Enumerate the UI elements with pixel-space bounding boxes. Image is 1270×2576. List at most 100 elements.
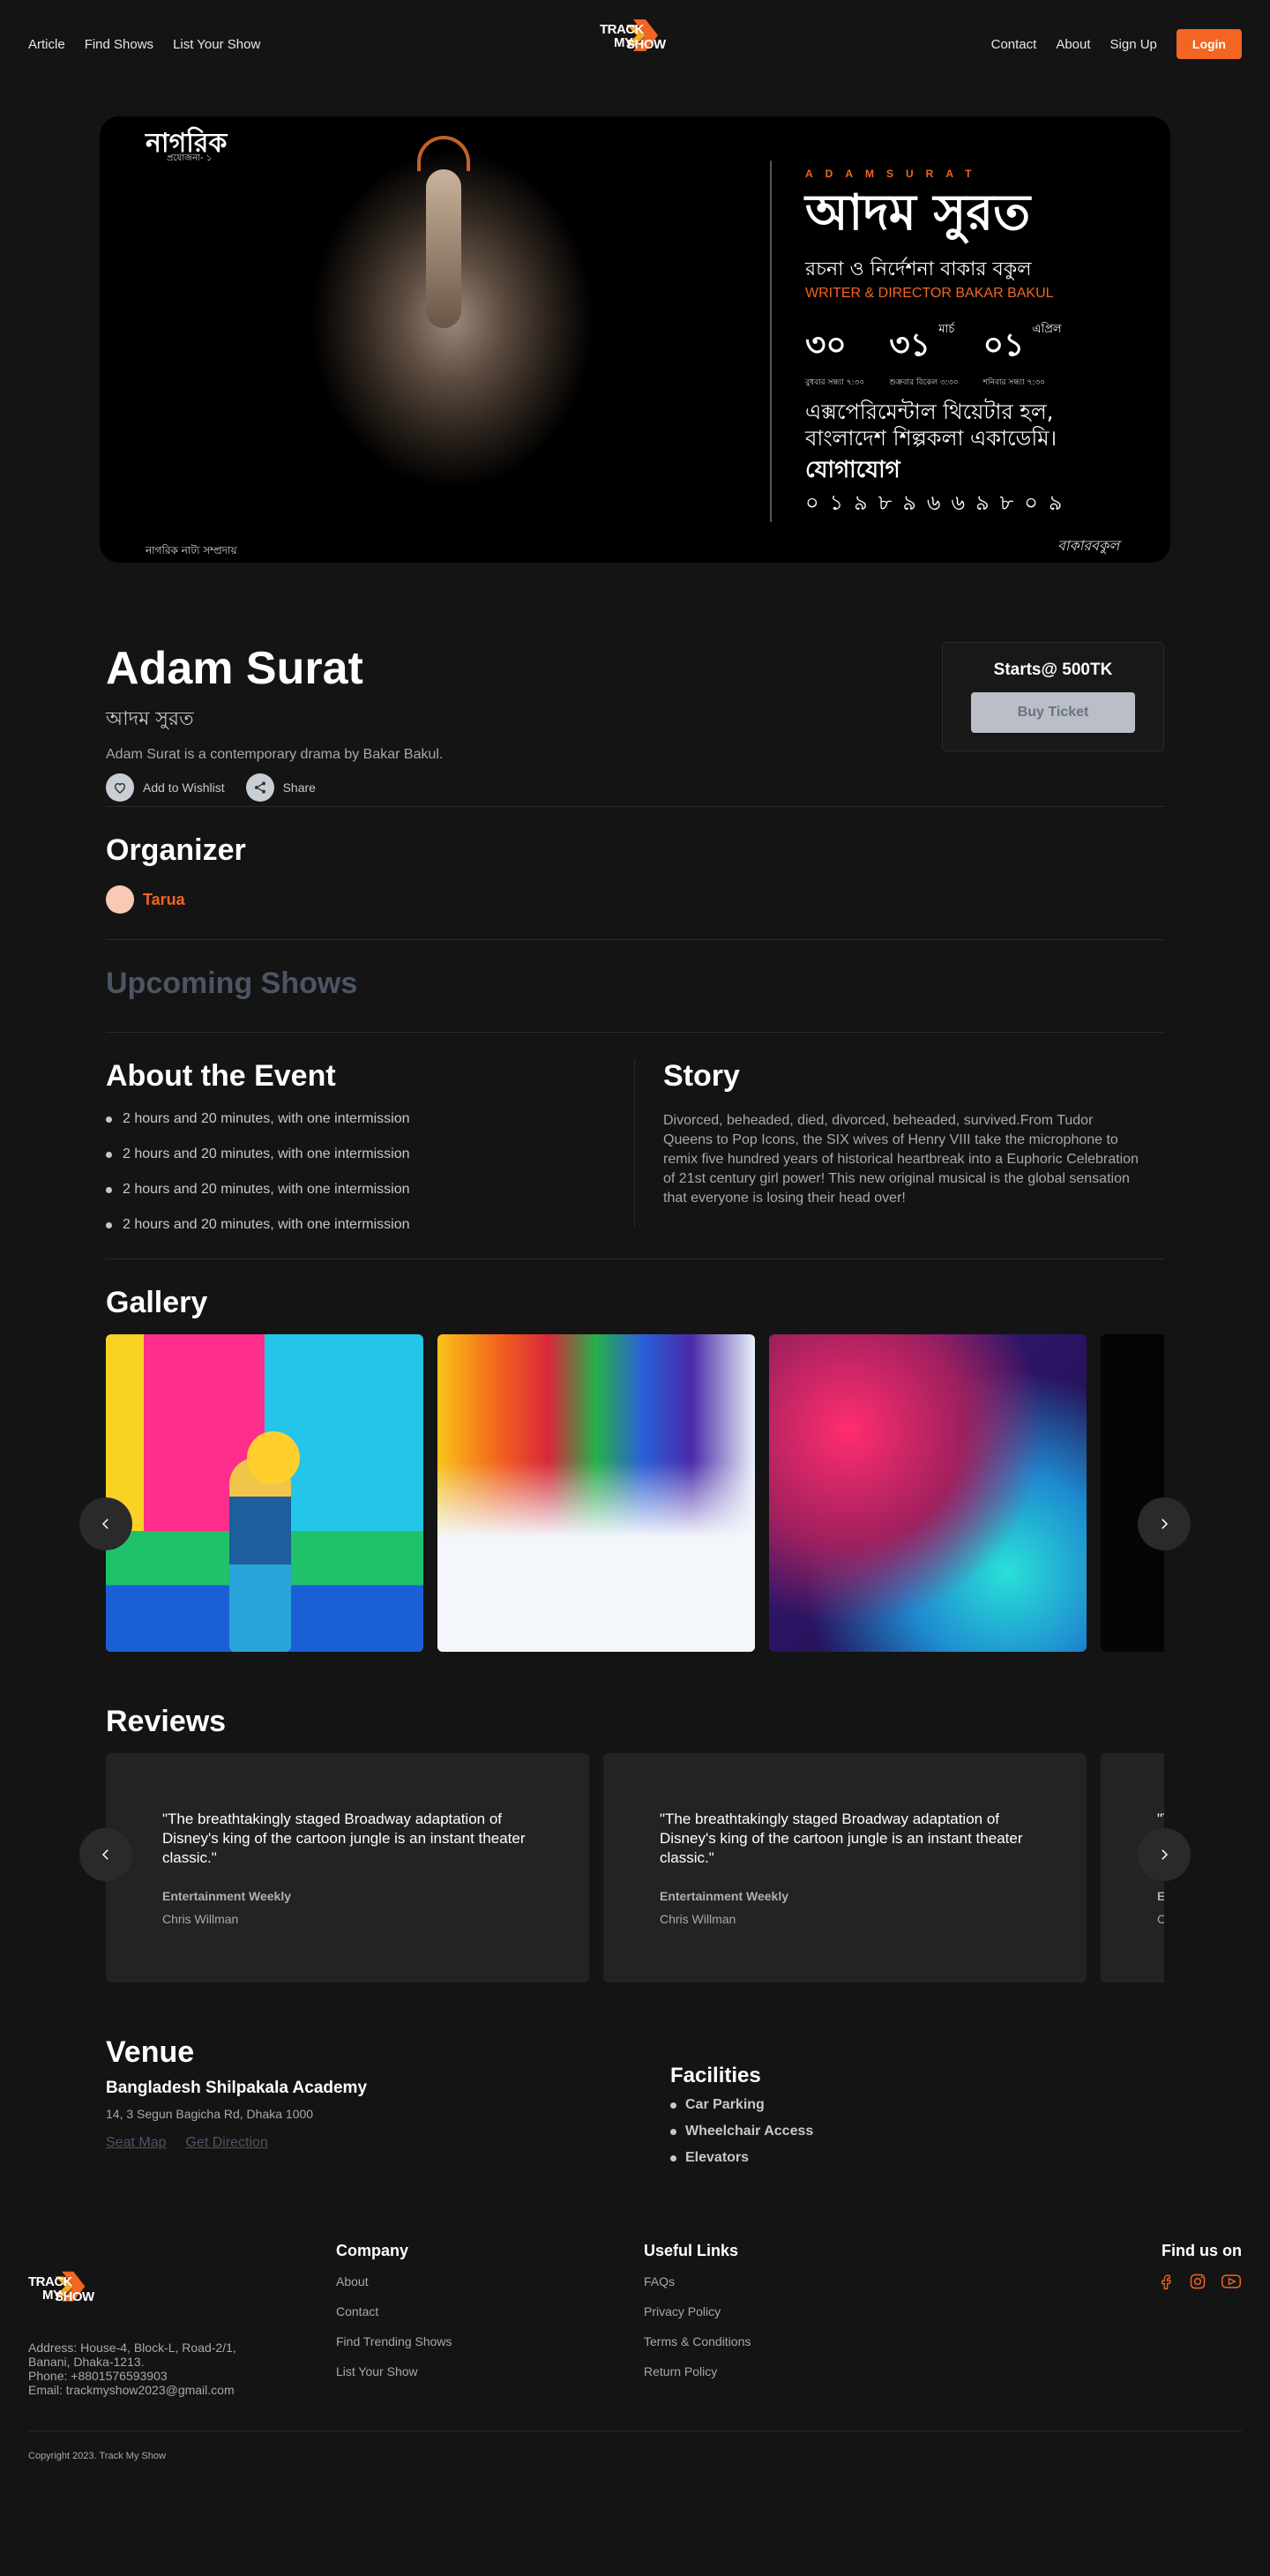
nav-contact-link[interactable]: Contact <box>991 37 1037 52</box>
reviews-prev-button[interactable] <box>79 1828 132 1881</box>
list-item: Car Parking <box>670 2097 813 2113</box>
nav-find-shows-link[interactable]: Find Shows <box>85 37 153 52</box>
reviews-next-button[interactable] <box>1138 1828 1191 1881</box>
share-label: Share <box>282 780 316 795</box>
buy-ticket-button[interactable]: Buy Ticket <box>971 692 1135 733</box>
gallery-image[interactable] <box>106 1334 423 1652</box>
chevron-right-icon <box>1162 1849 1169 1860</box>
seat-map-link[interactable]: Seat Map <box>106 2135 166 2151</box>
secondary-nav: Contact About Sign Up Login <box>991 29 1242 59</box>
venue-links: Seat Map Get Direction <box>106 2135 670 2151</box>
footer-link-privacy[interactable]: Privacy Policy <box>644 2304 721 2318</box>
list-item: Elevators <box>670 2150 813 2166</box>
upcoming-shows-heading: Upcoming Shows <box>106 967 358 1000</box>
chevron-right-icon <box>1162 1519 1169 1529</box>
footer-useful-heading: Useful Links <box>644 2242 739 2259</box>
footer-contact-info: Address: House-4, Block-L, Road-2/1, Ban… <box>28 2341 258 2397</box>
venue-address: 14, 3 Segun Bagicha Rd, Dhaka 1000 <box>106 2107 314 2121</box>
poster-phone: ০১৯৮৯৬৬৯৮০৯ <box>805 490 1073 515</box>
logo-word-track: TRACK <box>28 2274 72 2289</box>
gallery-image[interactable] <box>437 1334 755 1652</box>
reviews-section: Reviews "The breathtakingly staged Broad… <box>79 1652 1191 1982</box>
youtube-icon[interactable] <box>1221 2273 1242 2295</box>
get-direction-link[interactable]: Get Direction <box>185 2135 267 2151</box>
review-author: Chris Willman <box>660 1912 736 1926</box>
review-author: Chris Willman <box>162 1912 239 1926</box>
list-item: 2 hours and 20 minutes, with one intermi… <box>106 1182 634 1198</box>
list-item: 2 hours and 20 minutes, with one intermi… <box>106 1217 634 1233</box>
logo-word-track: TRACK <box>600 22 644 37</box>
footer-link-list-show[interactable]: List Your Show <box>336 2364 418 2378</box>
nav-article-link[interactable]: Article <box>28 37 65 52</box>
gallery-prev-button[interactable] <box>79 1497 132 1550</box>
nav-list-show-link[interactable]: List Your Show <box>173 37 260 52</box>
review-card: "The breathtakingly staged Broadway adap… <box>106 1753 589 1982</box>
gallery-balloon-graphic <box>247 1431 300 1484</box>
login-button[interactable]: Login <box>1176 29 1242 59</box>
organizer-name: Tarua <box>143 890 185 908</box>
logo-wordmark: TRACK MY SHOW <box>600 23 666 51</box>
footer-link-about[interactable]: About <box>336 2274 369 2289</box>
poster-figure-graphic <box>426 169 461 328</box>
poster-date-day: শুক্রবার বিকেল ৩:৩০ <box>889 378 959 387</box>
story-text: Divorced, beheaded, died, divorced, behe… <box>663 1113 1139 1206</box>
logo-word-show: SHOW <box>626 37 666 52</box>
footer-logo[interactable]: TRACK MY SHOW <box>28 2268 99 2321</box>
upcoming-shows-section: Upcoming Shows <box>106 940 1164 1032</box>
footer-brand: TRACK MY SHOW Address: House-4, Block-L,… <box>28 2242 336 2430</box>
list-item: Wheelchair Access <box>670 2124 813 2139</box>
footer-link-contact[interactable]: Contact <box>336 2304 378 2318</box>
avatar <box>106 885 134 914</box>
facebook-icon[interactable] <box>1157 2273 1175 2295</box>
poster-contact-label: যোগাযোগ <box>805 457 900 483</box>
story: Story Divorced, beheaded, died, divorced… <box>635 1059 1164 1258</box>
gallery-carousel <box>106 1334 1164 1652</box>
poster-venue-line: বাংলাদেশ শিল্পকলা একাডেমি। <box>805 426 1057 451</box>
about-heading: About the Event <box>106 1059 336 1093</box>
footer-main: TRACK MY SHOW Address: House-4, Block-L,… <box>28 2242 1242 2430</box>
gallery-image[interactable] <box>1101 1334 1164 1652</box>
poster-company: নাগরিক নাট্য সম্প্রদায় <box>146 544 237 556</box>
event-title: Adam Surat <box>106 643 363 694</box>
venue-heading: Venue <box>106 2035 195 2069</box>
heart-icon <box>106 773 134 802</box>
nav-about-link[interactable]: About <box>1056 37 1090 52</box>
footer-link-faqs[interactable]: FAQs <box>644 2274 675 2289</box>
footer-link-terms[interactable]: Terms & Conditions <box>644 2334 751 2348</box>
poster-date-day: শনিবার সন্ধ্যা ৭:৩০ <box>982 378 1046 387</box>
facilities: Facilities Car Parking Wheelchair Access… <box>670 2035 813 2229</box>
event-info: Adam Surat আদম সুরত Adam Surat is a cont… <box>106 642 443 806</box>
review-quote: "The breathtakingly staged Broadway adap… <box>660 1811 1023 1866</box>
chevron-left-icon <box>101 1849 108 1860</box>
nav-signup-link[interactable]: Sign Up <box>1110 37 1157 52</box>
share-button[interactable]: Share <box>245 773 316 802</box>
poster-date-number: ৩০ <box>805 327 847 363</box>
poster-credit-bn: রচনা ও নির্দেশনা বাকার বকুল <box>805 258 1032 280</box>
event-title-bn: আদম সুরত <box>106 708 194 730</box>
footer-company-heading: Company <box>336 2242 409 2259</box>
site-logo[interactable]: TRACK MY SHOW <box>600 16 670 72</box>
gallery-section: Gallery <box>79 1259 1191 1652</box>
instagram-icon[interactable] <box>1189 2273 1206 2295</box>
logo-wordmark: TRACK MY SHOW <box>28 2275 94 2303</box>
list-item: 2 hours and 20 minutes, with one intermi… <box>106 1111 634 1127</box>
list-item: 2 hours and 20 minutes, with one intermi… <box>106 1146 634 1162</box>
footer-link-return[interactable]: Return Policy <box>644 2364 717 2378</box>
review-publication: Entertainment Weekly <box>660 1889 789 1903</box>
add-to-wishlist-button[interactable]: Add to Wishlist <box>106 773 225 802</box>
poster-date-month: এপ্রিল <box>1032 323 1062 336</box>
review-card: "The breathtakingly staged Broadway adap… <box>603 1753 1087 1982</box>
footer-link-find-trending[interactable]: Find Trending Shows <box>336 2334 452 2348</box>
poster-venue-line: এক্সপেরিমেন্টাল থিয়েটার হল, <box>805 399 1054 424</box>
facilities-heading: Facilities <box>670 2064 761 2087</box>
about-story-section: About the Event 2 hours and 20 minutes, … <box>106 1033 1164 1258</box>
gallery-next-button[interactable] <box>1138 1497 1191 1550</box>
event-description: Adam Surat is a contemporary drama by Ba… <box>106 747 444 762</box>
poster-dates: ৩০ বুধবার সন্ধ্যা ৭:৩০ ৩১ মার্চ শুক্রবার… <box>805 321 1062 389</box>
organizer-link[interactable]: Tarua <box>106 885 1164 914</box>
event-header: Adam Surat আদম সুরত Adam Surat is a cont… <box>106 563 1164 806</box>
venue-section: Venue Bangladesh Shilpakala Academy 14, … <box>106 1982 1164 2229</box>
ticket-card: Starts@ 500TK Buy Ticket <box>942 642 1164 751</box>
gallery-image[interactable] <box>769 1334 1087 1652</box>
poster-date: ০১ এপ্রিল শনিবার সন্ধ্যা ৭:৩০ <box>982 321 1062 389</box>
